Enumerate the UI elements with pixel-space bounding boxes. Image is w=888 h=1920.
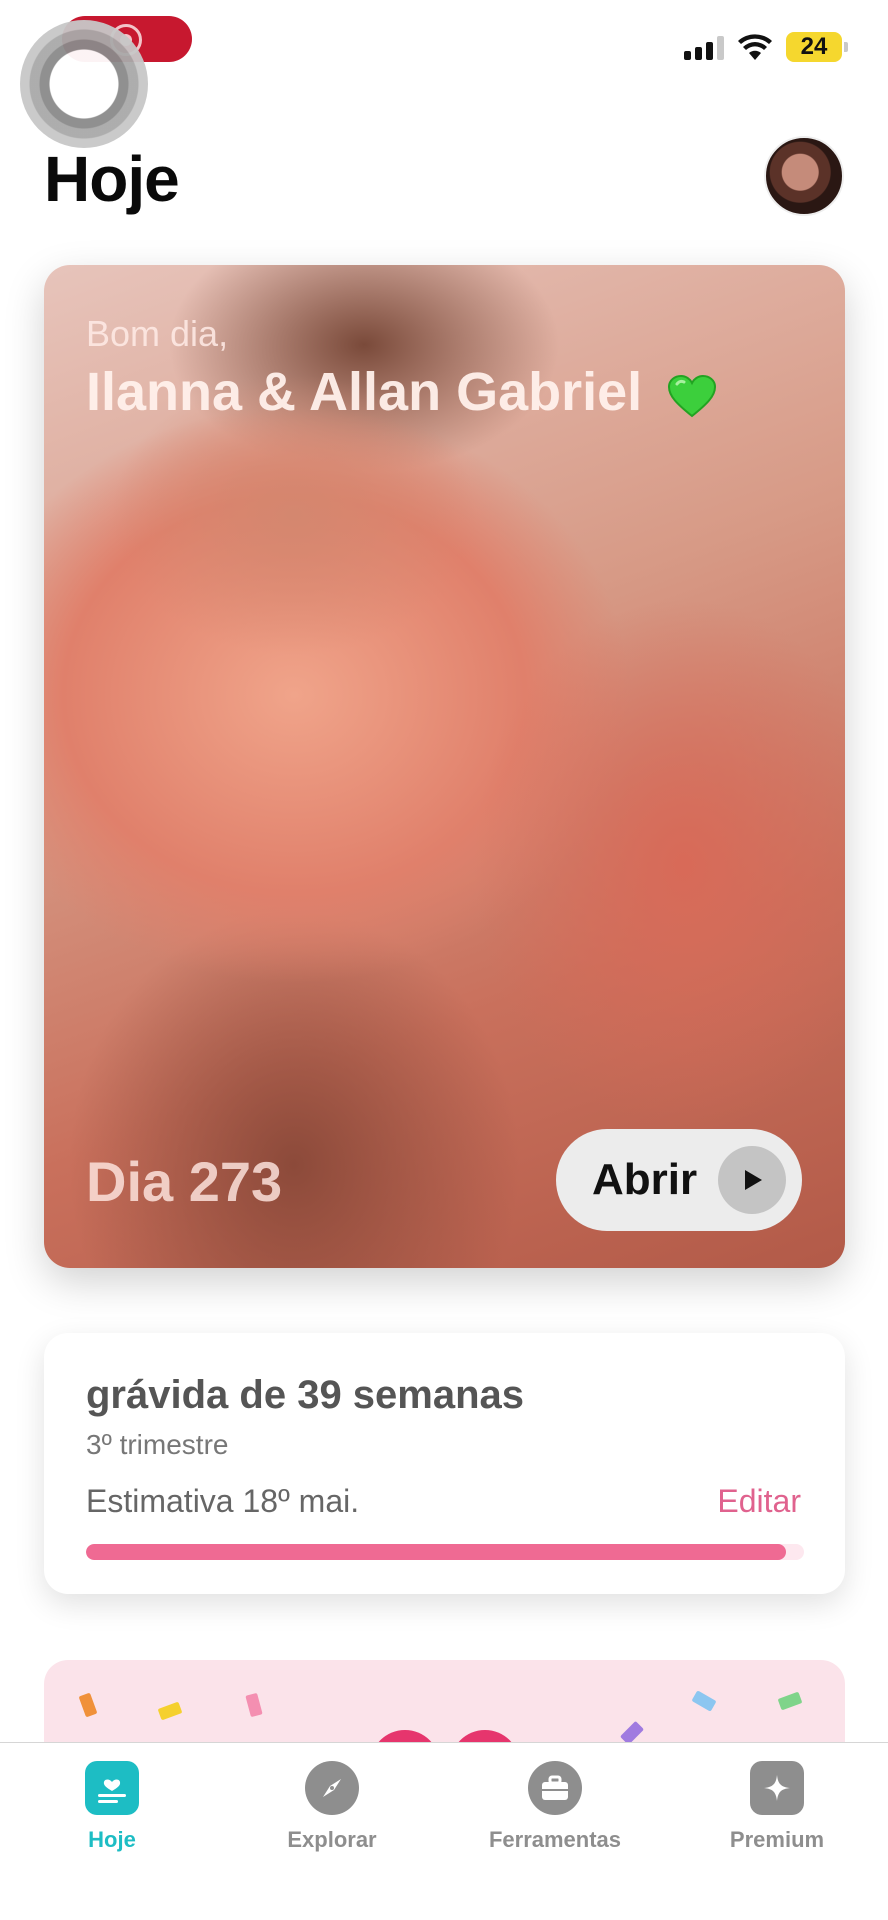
profile-avatar[interactable] — [764, 136, 844, 216]
tab-explorar[interactable]: Explorar — [232, 1761, 432, 1853]
confetti-decoration — [157, 1701, 183, 1721]
play-icon — [718, 1146, 786, 1214]
confetti-decoration — [245, 1692, 263, 1718]
pregnancy-progress-card[interactable]: grávida de 39 semanas 3º trimestre Estim… — [44, 1333, 845, 1594]
green-heart-icon — [668, 374, 717, 418]
compass-icon — [305, 1761, 359, 1815]
confetti-decoration — [691, 1690, 717, 1712]
tab-label: Ferramentas — [488, 1827, 622, 1852]
parent-names-text: Ilanna & Allan Gabriel — [86, 362, 643, 422]
pregnancy-progress-fill — [86, 1544, 787, 1560]
pregnancy-day: Dia 273 — [86, 1150, 283, 1213]
parent-names: Ilanna & Allan Gabriel — [86, 361, 717, 423]
today-icon — [85, 1761, 139, 1815]
tab-premium[interactable]: Premium — [677, 1761, 877, 1853]
open-button[interactable]: Abrir — [556, 1129, 802, 1231]
pregnancy-progress-bar — [86, 1544, 804, 1560]
edit-due-date-link[interactable]: Editar — [717, 1483, 801, 1520]
trimester-label: 3º trimestre — [86, 1429, 229, 1460]
confetti-decoration — [777, 1691, 803, 1711]
briefcase-icon — [528, 1761, 582, 1815]
tab-label: Hoje — [88, 1827, 136, 1852]
cellular-signal-icon — [684, 36, 724, 60]
tab-hoje[interactable]: Hoje — [12, 1761, 212, 1853]
confetti-decoration — [78, 1692, 98, 1718]
pregnancy-week-title: grávida de 39 semanas — [86, 1373, 525, 1417]
wifi-icon — [738, 34, 772, 60]
sparkle-icon — [750, 1761, 804, 1815]
tab-label: Explorar — [287, 1827, 377, 1852]
status-bar: 24 — [0, 0, 888, 148]
open-button-label: Abrir — [592, 1155, 698, 1204]
assistive-touch-button[interactable] — [20, 20, 148, 148]
tab-label: Premium — [729, 1827, 825, 1852]
battery-indicator: 24 — [786, 32, 848, 62]
bottom-tab-bar: Hoje Explorar Ferramentas Premium — [0, 1742, 888, 1920]
baby-development-card[interactable]: Bom dia, Ilanna & Allan Gabriel Dia 273 … — [44, 265, 845, 1268]
greeting-text: Bom dia, — [86, 313, 229, 354]
page-title: Hoje — [44, 143, 180, 215]
due-date-estimate: Estimativa 18º mai. — [86, 1483, 360, 1519]
tab-ferramentas[interactable]: Ferramentas — [455, 1761, 655, 1853]
